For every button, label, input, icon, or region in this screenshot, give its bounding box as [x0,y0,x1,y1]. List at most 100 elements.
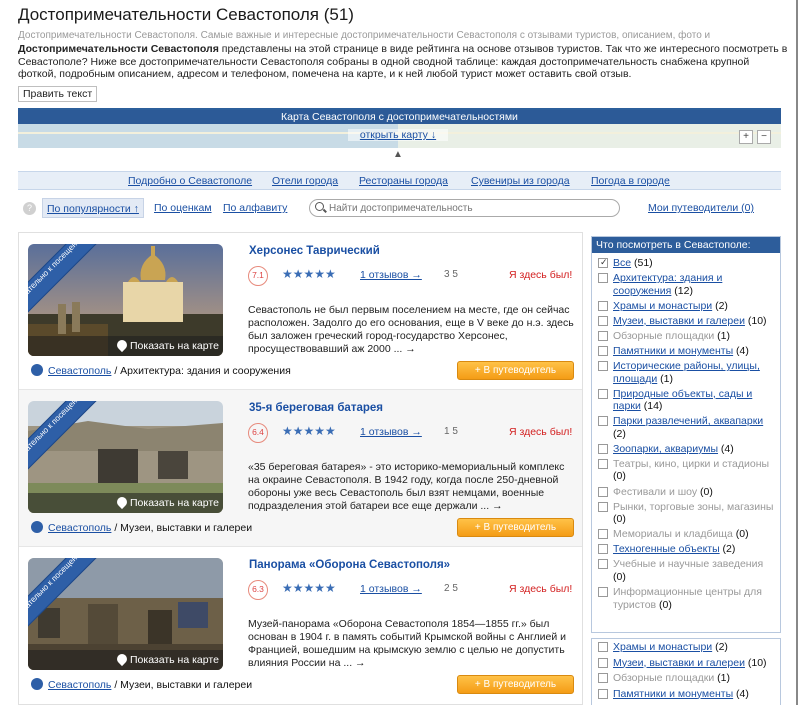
reviews-link[interactable]: 1 отзывов → [360,583,422,595]
filter-checkbox[interactable] [598,300,608,311]
attraction-title[interactable]: 35-я береговая батарея [249,402,383,414]
filter-item[interactable]: Техногенные объекты (2) [598,543,776,556]
filter-label[interactable]: Музеи, выставки и галереи [613,315,745,327]
open-map-link[interactable]: открыть карту ↓ [348,129,448,141]
filter-label[interactable]: Зоопарки, аквариумы [613,443,718,455]
filter-label[interactable]: Храмы и монастыри [613,300,712,312]
filter-item[interactable]: Памятники и монументы (4) [598,345,776,358]
filter-label[interactable]: Парки развлечений, аквапарки [613,415,763,427]
filter-checkbox[interactable] [598,559,608,570]
filter-checkbox[interactable] [598,458,608,469]
filter-checkbox[interactable] [598,330,608,341]
filter-item[interactable]: Обзорные площадки (1) [598,672,776,685]
map-drag-handle-icon[interactable]: ▲ [393,149,403,160]
filter-count: (0) [656,598,672,611]
filter-checkbox[interactable] [598,315,608,326]
filter-count: (10) [744,314,767,327]
map-pin-icon [114,651,130,667]
nav-link-hotels[interactable]: Отели города [272,175,338,187]
filter-item[interactable]: Зоопарки, аквариумы (4) [598,443,776,456]
photo-chersonesus[interactable]: Обязательно к посещению! Показать на кар… [28,244,223,356]
filter-item[interactable]: Парки развлечений, аквапарки (2) [598,415,776,440]
filter-item[interactable]: Информационные центры для туристов (0) [598,586,776,611]
attraction-title[interactable]: Херсонес Таврический [249,245,380,257]
help-icon[interactable]: ? [23,202,36,215]
city-link[interactable]: Севастополь [48,522,111,534]
attraction-title[interactable]: Панорама «Оборона Севастополя» [249,559,450,571]
filter-item[interactable]: Учебные и научные заведения (0) [598,558,776,583]
filter-label[interactable]: Архитектура: здания и сооружения [613,272,722,297]
filter-item[interactable]: Рынки, торговые зоны, магазины (0) [598,501,776,526]
filter-item[interactable]: Храмы и монастыри (2) [598,300,776,313]
filter-checkbox[interactable] [598,388,608,399]
edit-text-button[interactable]: Править текст [18,86,98,102]
nav-link-weather[interactable]: Погода в городе [591,175,670,187]
nav-link-restaurants[interactable]: Рестораны города [359,175,448,187]
show-on-map-label: Показать на карте [130,654,219,666]
filter-item[interactable]: Памятники и монументы (4) [598,688,776,701]
sort-popularity[interactable]: По популярности ↑ [42,198,144,218]
filter-label[interactable]: Памятники и монументы [613,688,733,700]
filter-checkbox[interactable] [598,587,608,597]
filter-checkbox[interactable] [598,443,608,454]
add-to-guide-button[interactable]: + В путеводитель [457,361,574,380]
filter-checkbox[interactable] [598,345,608,356]
filter-checkbox[interactable] [598,544,608,555]
been-here-button[interactable]: Я здесь был! [509,269,572,281]
filter-checkbox[interactable] [598,273,608,284]
filter-label[interactable]: Природные объекты, сады и парки [613,388,752,413]
been-here-button[interactable]: Я здесь был! [509,426,572,438]
filter-checkbox[interactable] [598,416,608,427]
filter-checkbox[interactable] [598,361,608,372]
search-input[interactable] [329,201,609,215]
nav-link-souvenirs[interactable]: Сувениры из города [471,175,570,187]
filter-item[interactable]: Все (51) [598,256,776,270]
reviews-link[interactable]: 1 отзывов → [360,426,422,438]
filter-label[interactable]: Все [613,257,631,269]
sort-ratings[interactable]: По оценкам [150,198,216,218]
filter-item[interactable]: Архитектура: здания и сооружения (12) [598,272,776,297]
filter-checkbox[interactable] [598,688,608,699]
photo-panorama[interactable]: Обязательно к посещению! Показать на кар… [28,558,223,670]
filter-checkbox[interactable] [598,529,608,540]
my-guides-link[interactable]: Мои путеводители (0) [648,202,754,214]
filter-checkbox[interactable] [598,256,608,269]
add-to-guide-button[interactable]: + В путеводитель [457,518,574,537]
nav-link-about[interactable]: Подробно о Севастополе [128,175,252,187]
city-link[interactable]: Севастополь [48,365,111,377]
zoom-out-icon[interactable]: − [757,130,771,144]
filter-item[interactable]: Фестивали и шоу (0) [598,486,776,499]
filter-item[interactable]: Природные объекты, сады и парки (14) [598,388,776,413]
show-on-map-button[interactable]: Показать на карте [28,650,223,670]
filter-label[interactable]: Техногенные объекты [613,543,720,555]
filter-item[interactable]: Музеи, выставки и галереи (10) [598,315,776,328]
filter-item[interactable]: Музеи, выставки и галереи (10) [598,657,776,670]
filter-checkbox[interactable] [598,657,608,668]
zoom-in-icon[interactable]: + [739,130,753,144]
add-to-guide-button[interactable]: + В путеводитель [457,675,574,694]
filter-checkbox[interactable] [598,501,608,512]
filter-label[interactable]: Исторические районы, улицы, площади [613,360,760,385]
filter-item[interactable]: Мемориалы и кладбища (0) [598,528,776,541]
photo-battery-35[interactable]: Обязательно к посещению! Показать на кар… [28,401,223,513]
been-here-button[interactable]: Я здесь был! [509,583,572,595]
map-preview[interactable]: Карта Севастополя с достопримечательност… [18,108,781,148]
filter-checkbox[interactable] [598,642,608,652]
show-on-map-button[interactable]: Показать на карте [28,336,223,356]
reviews-link[interactable]: 1 отзывов → [360,269,422,281]
filter-checkbox[interactable] [598,673,608,683]
filter-checkbox[interactable] [598,486,608,497]
filter-item[interactable]: Храмы и монастыри (2) [598,641,776,654]
filter-item[interactable]: Обзорные площадки (1) [598,330,776,343]
city-link[interactable]: Севастополь [48,679,111,691]
filter-label[interactable]: Памятники и монументы [613,345,733,357]
map-pin-icon [114,494,130,510]
filter-item[interactable]: Исторические районы, улицы, площади (1) [598,360,776,385]
filter-list: Все (51) Архитектура: здания и сооружения… [592,253,780,611]
map-title: Карта Севастополя с достопримечательност… [18,110,781,124]
show-on-map-button[interactable]: Показать на карте [28,493,223,513]
filter-item[interactable]: Театры, кино, цирки и стадионы (0) [598,458,776,483]
filter-label[interactable]: Храмы и монастыри [613,641,712,653]
filter-label[interactable]: Музеи, выставки и галереи [613,657,745,669]
sort-alphabet[interactable]: По алфавиту [219,198,291,218]
